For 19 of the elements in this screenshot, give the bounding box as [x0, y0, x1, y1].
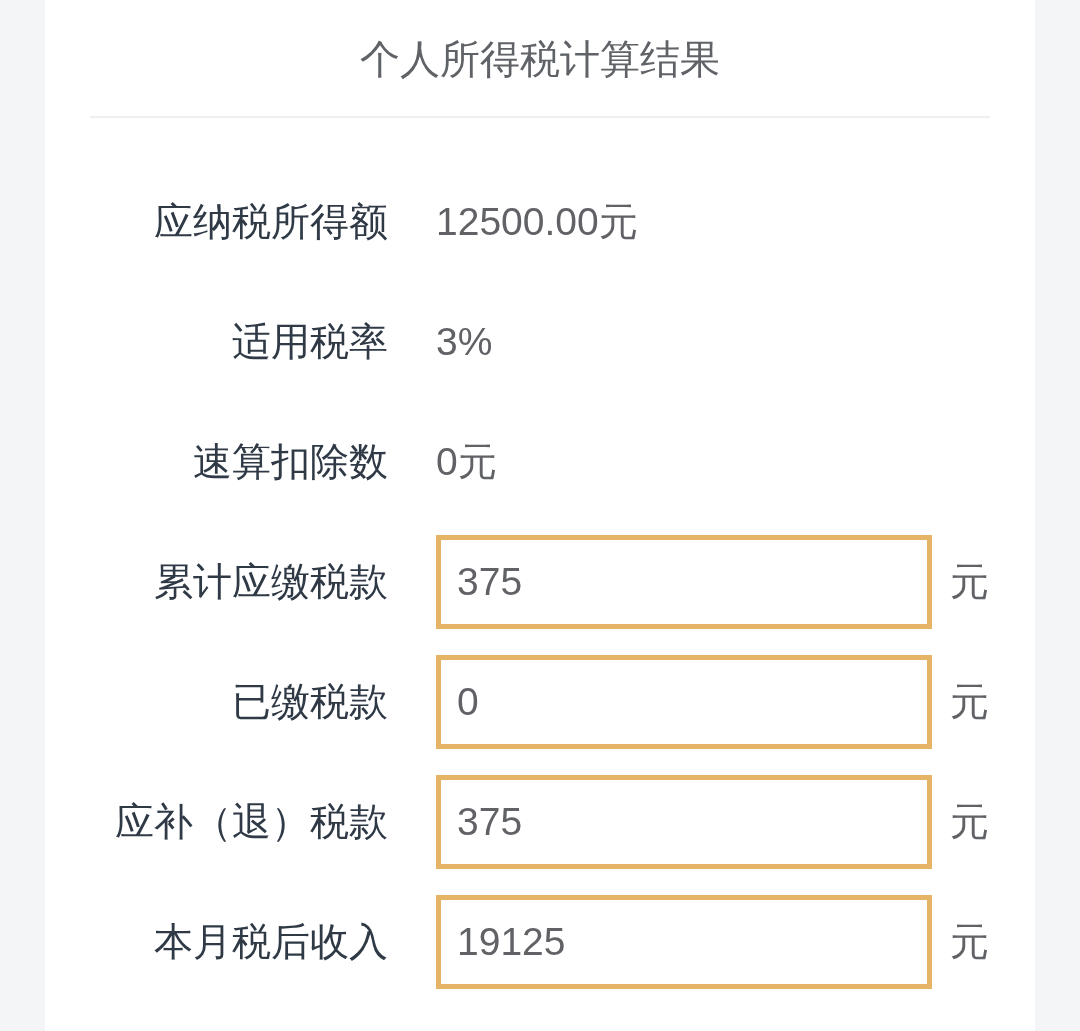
- unit-label: 元: [950, 679, 989, 725]
- field-label: 累计应缴税款: [153, 559, 388, 605]
- unit-label: 元: [950, 919, 989, 965]
- input-field[interactable]: 375: [436, 775, 932, 869]
- input-field[interactable]: 19125: [436, 895, 932, 989]
- card-title: 个人所得税计算结果: [360, 36, 720, 83]
- field-label: 速算扣除数: [192, 439, 388, 485]
- result-value: 0元: [436, 439, 497, 485]
- unit-label: 元: [950, 559, 989, 605]
- unit-label: 元: [950, 799, 989, 845]
- field-label: 适用税率: [231, 319, 388, 365]
- field-label: 本月税后收入: [153, 919, 388, 965]
- input-field[interactable]: 0: [436, 655, 932, 749]
- input-field[interactable]: 375: [436, 535, 932, 629]
- field-label: 应纳税所得额: [153, 199, 388, 245]
- result-value: 12500.00元: [436, 199, 638, 245]
- field-label: 应补（退）税款: [114, 799, 388, 845]
- result-value: 3%: [436, 319, 493, 365]
- field-label: 已缴税款: [231, 679, 388, 725]
